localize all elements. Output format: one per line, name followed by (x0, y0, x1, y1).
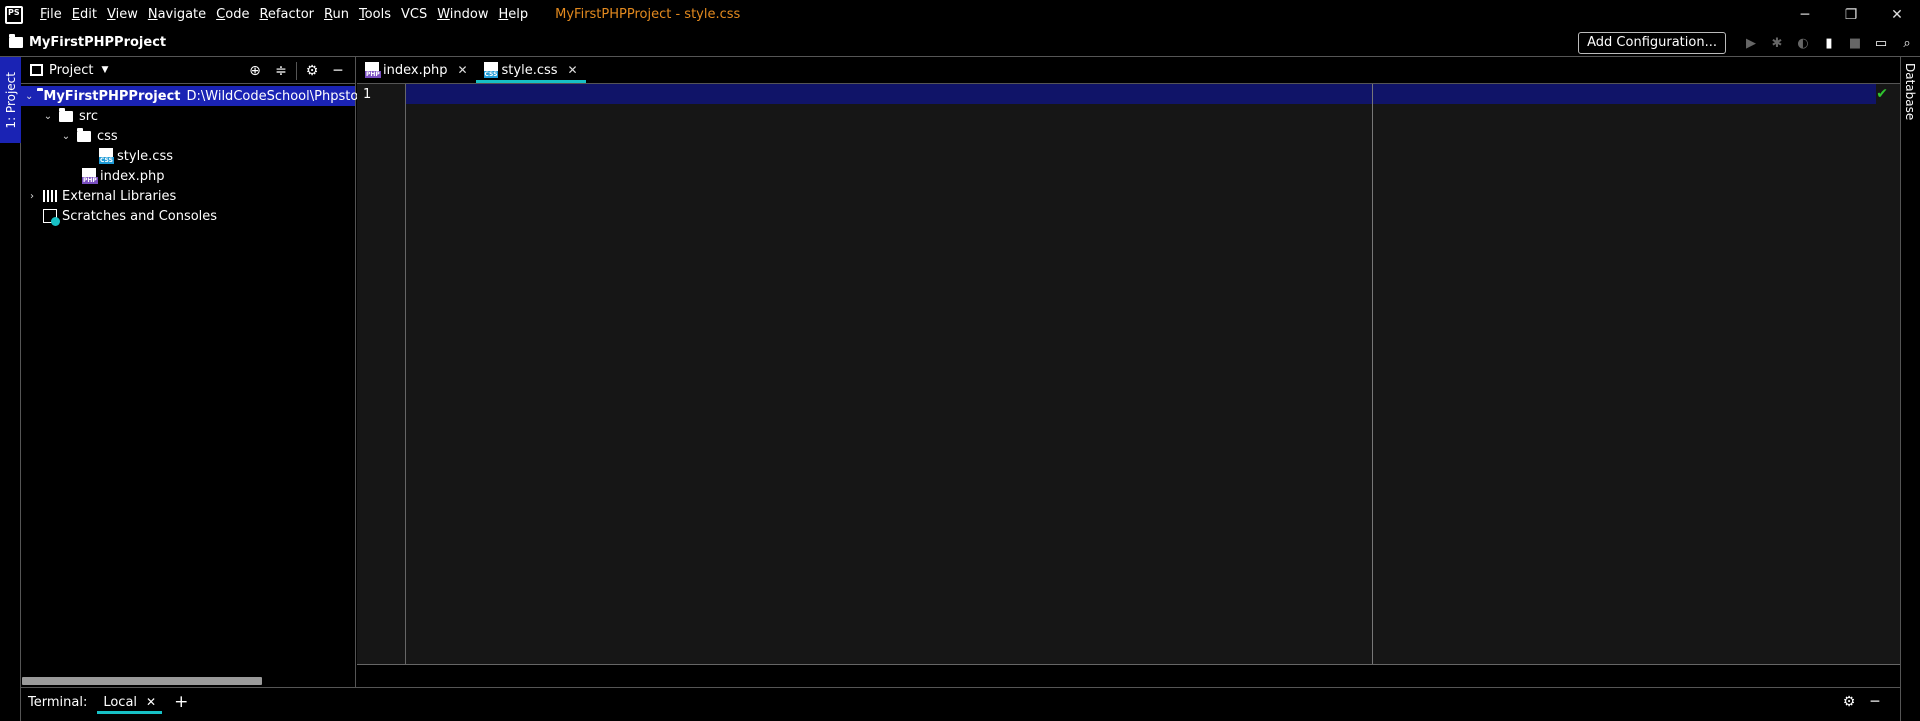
menu-window[interactable]: Window (432, 7, 493, 22)
line-number-gutter: 1 (357, 84, 406, 664)
divider (296, 61, 297, 80)
menu-edit[interactable]: Edit (67, 7, 102, 22)
horizontal-scrollbar[interactable] (22, 677, 262, 685)
title-bar: PS File Edit View Navigate Code Refactor… (0, 0, 1920, 29)
tree-item-label: External Libraries (62, 188, 177, 204)
tab-index-php[interactable]: index.php ✕ (357, 57, 476, 83)
tree-item-label: index.php (100, 168, 165, 184)
tree-item-scratches[interactable]: Scratches and Consoles (43, 206, 217, 226)
attach-profiler-icon[interactable]: ▮ (1816, 36, 1842, 51)
check-icon[interactable]: ✔ (1876, 86, 1888, 102)
locate-file-icon[interactable]: ⊕ (242, 63, 268, 79)
tree-item-css-folder[interactable]: ⌄ css (59, 126, 118, 146)
terminal-tab-label: Local (103, 694, 138, 710)
scratches-icon (43, 209, 60, 226)
terminal-panel: Terminal: Local ✕ + ⚙ ─ (21, 687, 1900, 721)
editor-tabs: index.php ✕ style.css ✕ (357, 57, 1900, 84)
debug-icon[interactable]: ✱ (1764, 36, 1790, 51)
project-panel: Project ▼ ⊕ ≑ ⚙ ─ ⌄ MyFirstPHPProject D:… (21, 57, 400, 687)
add-configuration-button[interactable]: Add Configuration... (1578, 32, 1726, 54)
menu-refactor[interactable]: Refactor (254, 7, 319, 22)
run-icon[interactable]: ▶ (1738, 36, 1764, 51)
project-tool-tab[interactable]: 1: Project (0, 57, 21, 143)
close-icon[interactable]: ✕ (457, 63, 467, 77)
right-tool-strip: Database (1900, 57, 1920, 721)
folder-icon (59, 107, 73, 122)
search-icon[interactable]: ⌕ (1894, 36, 1920, 51)
new-terminal-button[interactable]: + (174, 692, 188, 712)
minimize-button[interactable]: ─ (1782, 0, 1828, 29)
chevron-down-icon[interactable]: ⌄ (59, 131, 73, 142)
tree-item-label: css (97, 128, 118, 144)
terminal-header: Terminal: Local ✕ + ⚙ ─ (21, 688, 1900, 716)
tree-item-label: Scratches and Consoles (62, 208, 218, 224)
tab-label: style.css (501, 62, 558, 78)
window-title: MyFirstPHPProject - style.css (555, 7, 741, 22)
tree-item-src[interactable]: ⌄ src (41, 106, 98, 126)
restore-button[interactable]: ❐ (1828, 0, 1874, 29)
tree-item-index-php[interactable]: index.php (82, 166, 164, 186)
phpstorm-logo-icon: PS (5, 5, 23, 24)
coverage-icon[interactable]: ◐ (1790, 36, 1816, 51)
terminal-label: Terminal: (28, 694, 88, 710)
collapse-all-icon[interactable]: ≑ (268, 63, 294, 79)
css-file-icon (99, 148, 114, 164)
project-panel-tools: ⊕ ≑ ⚙ ─ (242, 57, 351, 84)
menu-code[interactable]: Code (211, 7, 254, 22)
terminal-tools: ⚙ ─ (1836, 688, 1888, 716)
tree-item-label: MyFirstPHPProject (43, 88, 181, 104)
navigation-bar: MyFirstPHPProject Add Configuration... ▶… (0, 29, 1920, 57)
menu-navigate[interactable]: Navigate (143, 7, 211, 22)
code-editor[interactable]: 1 ✔ (357, 84, 1900, 664)
project-view-icon (30, 64, 43, 76)
folder-icon (77, 127, 91, 142)
menu-vcs[interactable]: VCS (396, 7, 432, 22)
project-view-selector[interactable]: Project ▼ (30, 63, 108, 78)
tree-item-project-root[interactable]: ⌄ MyFirstPHPProject D:\WildCodeSchool\Ph… (21, 86, 400, 106)
tree-item-label: src (79, 108, 98, 124)
library-icon (43, 190, 57, 202)
chevron-right-icon[interactable]: › (25, 191, 39, 202)
project-structure-icon[interactable]: ▭ (1868, 36, 1894, 51)
chevron-down-icon: ▼ (101, 65, 109, 75)
project-panel-header: Project ▼ ⊕ ≑ ⚙ ─ (21, 57, 355, 84)
close-window-button[interactable]: ✕ (1874, 0, 1920, 29)
menu-help[interactable]: Help (493, 7, 533, 22)
menu-bar: File Edit View Navigate Code Refactor Ru… (35, 7, 533, 22)
hide-panel-icon[interactable]: ─ (1862, 694, 1888, 710)
stop-icon[interactable]: ■ (1842, 36, 1868, 51)
menu-run[interactable]: Run (319, 7, 354, 22)
chevron-down-icon[interactable]: ⌄ (41, 111, 55, 122)
menu-view[interactable]: View (102, 7, 143, 22)
close-icon[interactable]: ✕ (146, 695, 156, 709)
css-file-icon (483, 62, 499, 78)
tree-item-external-libraries[interactable]: › External Libraries (25, 186, 176, 206)
editor-breadcrumb-bar (357, 664, 1900, 687)
tree-item-style-css[interactable]: style.css (99, 146, 173, 166)
hide-panel-icon[interactable]: ─ (325, 63, 351, 79)
tab-terminal-local[interactable]: Local ✕ (97, 688, 162, 716)
close-icon[interactable]: ✕ (568, 63, 578, 77)
window-controls: ─ ❐ ✕ (1782, 0, 1920, 29)
right-margin-guide (1372, 84, 1373, 664)
tab-label: index.php (383, 62, 448, 78)
tab-style-css[interactable]: style.css ✕ (475, 57, 586, 83)
breadcrumb-project[interactable]: MyFirstPHPProject (9, 34, 167, 50)
left-tool-strip: 1: Project (0, 57, 21, 721)
database-tool-tab[interactable]: Database (1903, 63, 1917, 120)
project-panel-title: Project (49, 62, 94, 78)
php-file-icon (82, 168, 98, 184)
gear-icon[interactable]: ⚙ (299, 63, 325, 79)
menu-file[interactable]: File (35, 7, 67, 22)
gear-icon[interactable]: ⚙ (1836, 694, 1862, 710)
breadcrumb-project-label: MyFirstPHPProject (29, 35, 167, 50)
tree-item-label: style.css (117, 148, 173, 164)
run-toolbar: Add Configuration... ▶ ✱ ◐ ▮ ■ ▭ ⌕ (1578, 29, 1920, 57)
chevron-down-icon[interactable]: ⌄ (25, 91, 33, 102)
current-line-highlight (357, 84, 1876, 104)
line-number: 1 (363, 87, 372, 102)
folder-icon (9, 34, 23, 48)
php-file-icon (365, 62, 381, 78)
menu-tools[interactable]: Tools (354, 7, 396, 22)
